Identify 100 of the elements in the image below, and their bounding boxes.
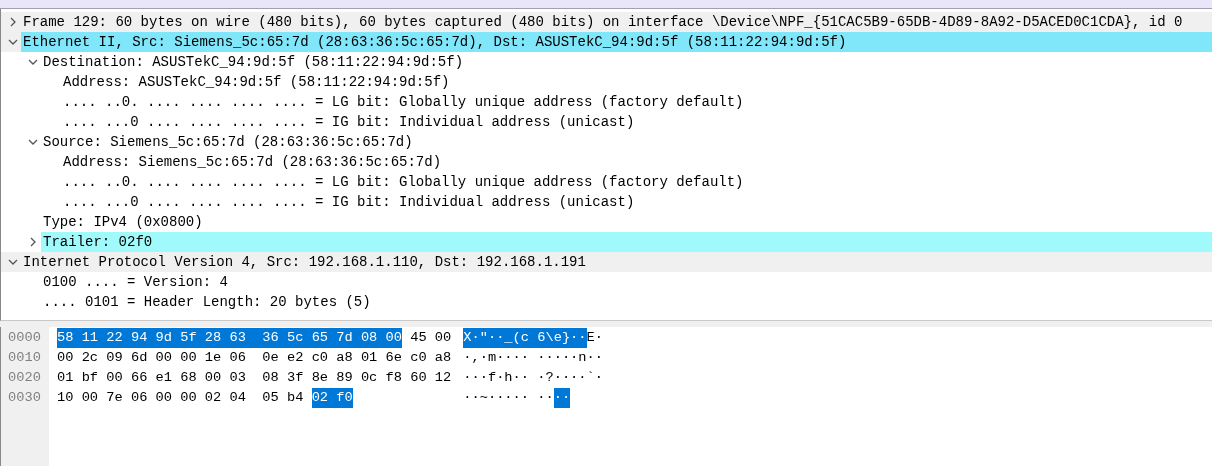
ascii-char[interactable]: ·	[545, 388, 554, 408]
ascii-char[interactable]: ·	[496, 368, 505, 388]
ascii-char[interactable]: ·	[471, 388, 480, 408]
tree-item[interactable]: .... 0101 = Header Length: 20 bytes (5)	[41, 292, 377, 312]
hex-byte[interactable]: f0	[336, 388, 353, 408]
hex-byte[interactable]: 66	[130, 368, 148, 388]
ascii-char[interactable]: X	[463, 328, 472, 348]
ascii-char[interactable]: ·	[463, 388, 472, 408]
hex-byte[interactable]: 60	[410, 368, 427, 388]
hex-byte[interactable]: 01	[57, 368, 74, 388]
ascii-char[interactable]: ·	[479, 368, 488, 388]
ascii-char[interactable]: E	[586, 328, 595, 348]
hex-byte[interactable]: b4	[287, 388, 304, 408]
ascii-char[interactable]: ?	[545, 368, 554, 388]
ascii-char[interactable]: ·	[504, 348, 513, 368]
hex-byte[interactable]: 12	[434, 368, 452, 388]
chevron-right-icon[interactable]	[8, 17, 18, 27]
ascii-char[interactable]: ·	[471, 328, 480, 348]
hex-byte[interactable]: 01	[360, 348, 378, 368]
hex-byte[interactable]: 68	[180, 368, 197, 388]
hex-byte[interactable]: 00	[180, 388, 197, 408]
ascii-char[interactable]: ·	[463, 368, 472, 388]
hex-byte[interactable]: a8	[336, 348, 353, 368]
hex-byte[interactable]: 7e	[106, 388, 123, 408]
hex-byte[interactable]: 89	[336, 368, 353, 388]
hex-byte[interactable]: 00	[57, 348, 74, 368]
ascii-char[interactable]: m	[487, 348, 497, 368]
ascii-char[interactable]: ·	[520, 368, 529, 388]
ascii-char[interactable]: ·	[578, 368, 587, 388]
hex-byte[interactable]: 00	[180, 348, 197, 368]
hex-byte[interactable]: a8	[434, 348, 452, 368]
ascii-char[interactable]: }	[561, 328, 571, 348]
hex-byte[interactable]: 05	[262, 388, 279, 408]
ascii-char[interactable]: ·	[570, 368, 579, 388]
hex-byte[interactable]: 28	[204, 328, 230, 348]
hex-byte[interactable]: 03	[229, 368, 246, 388]
ascii-char[interactable]: ·	[496, 348, 505, 368]
ascii-char[interactable]: `	[586, 368, 595, 388]
hex-byte[interactable]: 22	[106, 328, 131, 348]
ascii-char[interactable]: ·	[479, 348, 488, 368]
tree-item[interactable]: .... ...0 .... .... .... .... = IG bit: Individual address (unicast)	[61, 192, 641, 212]
tree-item[interactable]: .... ...0 .... .... .... .... = IG bit: Individual address (unicast)	[61, 112, 641, 132]
ascii-char[interactable]: ·	[561, 388, 571, 408]
ascii-char[interactable]: ·	[561, 368, 571, 388]
hex-byte[interactable]: 58	[57, 328, 82, 348]
hex-byte[interactable]: 6e	[385, 348, 402, 368]
hex-byte[interactable]: bf	[81, 368, 99, 388]
hex-byte[interactable]: c0	[410, 348, 427, 368]
ascii-char[interactable]: ·	[537, 368, 546, 388]
ascii-char[interactable]: ·	[570, 348, 579, 368]
ascii-char[interactable]: ·	[561, 348, 571, 368]
ascii-char[interactable]: ·	[553, 368, 562, 388]
chevron-down-icon[interactable]	[28, 137, 38, 147]
hex-byte[interactable]: e1	[155, 368, 172, 388]
hex-byte[interactable]: 00	[155, 348, 172, 368]
hex-byte[interactable]: 0c	[360, 368, 378, 388]
ascii-char[interactable]: \	[545, 328, 554, 348]
ascii-char[interactable]: ·	[496, 328, 505, 348]
ascii-char[interactable]: "	[479, 328, 488, 348]
ascii-char[interactable]: ·	[471, 368, 480, 388]
hex-byte[interactable]: 06	[229, 348, 246, 368]
chevron-right-icon[interactable]	[28, 237, 38, 247]
ascii-char[interactable]: ·	[487, 328, 497, 348]
ascii-char[interactable]: ·	[594, 368, 603, 388]
ascii-char[interactable]: ·	[520, 348, 529, 368]
ascii-char[interactable]: n	[578, 348, 587, 368]
ascii-char[interactable]: ·	[520, 388, 529, 408]
tree-item[interactable]: .... ..0. .... .... .... .... = LG bit: Globally unique address (factory default)	[61, 172, 750, 192]
ascii-char[interactable]: _	[504, 328, 513, 348]
hex-byte[interactable]: f8	[385, 368, 402, 388]
tree-item[interactable]: Type: IPv4 (0x0800)	[41, 212, 209, 232]
ascii-char[interactable]: ·	[578, 328, 587, 348]
hex-byte[interactable]: 08	[360, 328, 386, 348]
ascii-char[interactable]: ·	[496, 388, 505, 408]
hex-byte[interactable]: 10	[57, 388, 74, 408]
ascii-char[interactable]: ·	[553, 348, 562, 368]
hex-byte[interactable]: 6d	[130, 348, 148, 368]
ascii-char[interactable]: ·	[512, 388, 521, 408]
hex-byte[interactable]: 8e	[311, 368, 329, 388]
hex-byte[interactable]: 5f	[180, 328, 205, 348]
hex-byte[interactable]: 7d	[336, 328, 361, 348]
ascii-char[interactable]: ·	[570, 328, 579, 348]
hex-byte[interactable]: 1e	[204, 348, 222, 368]
hex-byte[interactable]: 06	[130, 388, 148, 408]
tree-item[interactable]: Address: ASUSTekC_94:9d:5f (58:11:22:94:9d:5f)	[61, 72, 456, 92]
hex-byte[interactable]: c0	[311, 348, 329, 368]
hex-byte[interactable]: 3f	[287, 368, 304, 388]
ascii-char[interactable]: ,	[471, 348, 480, 368]
hex-byte[interactable]: 11	[81, 328, 107, 348]
hex-byte[interactable]: 63	[229, 328, 263, 348]
hex-byte[interactable]: 00	[204, 368, 222, 388]
hex-byte[interactable]: 00	[434, 328, 452, 348]
ascii-char[interactable]: h	[504, 368, 513, 388]
ascii-char[interactable]: ·	[553, 388, 562, 408]
ascii-char[interactable]: ·	[487, 388, 497, 408]
ascii-char[interactable]: ·	[537, 388, 546, 408]
ascii-char[interactable]: ·	[463, 348, 472, 368]
ascii-char[interactable]: ·	[537, 348, 546, 368]
hex-byte[interactable]: 02	[311, 388, 337, 408]
hex-byte[interactable]: 65	[311, 328, 337, 348]
